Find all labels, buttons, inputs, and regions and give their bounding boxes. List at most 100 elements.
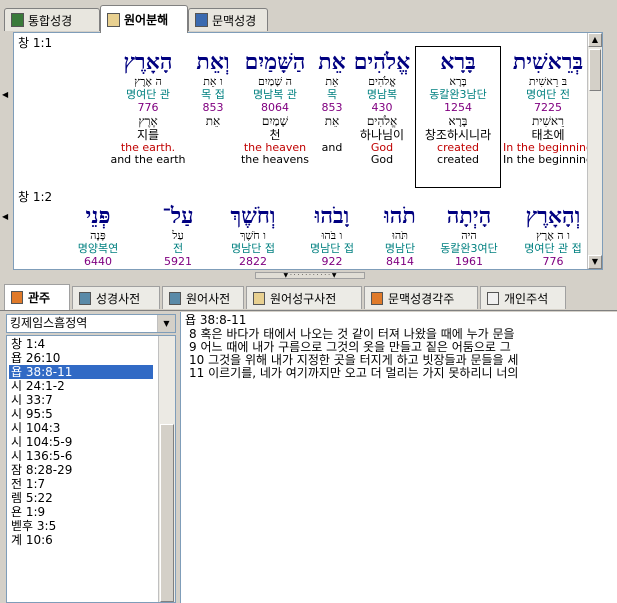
root-text: ו חֹשֶׁךְ (239, 229, 266, 242)
grammar-text: 명여단 전 (526, 88, 570, 101)
scroll-thumb[interactable] (589, 49, 601, 91)
hebrew-text: עַל־ (162, 203, 194, 229)
tab-word-analysis[interactable]: 원어분해 (100, 5, 188, 33)
list-item[interactable]: 욥 26:10 (9, 351, 153, 365)
hebrew-text: וְהָאָרֶץ (525, 203, 581, 229)
scroll-down-arrow-icon[interactable]: ▼ (588, 255, 602, 269)
upper-vertical-scrollbar[interactable]: ▲ ▼ (587, 33, 602, 269)
strong-number: 776 (137, 101, 159, 114)
hebrew-word[interactable]: אֱלֹהִים אֱלֹהִים 명남복 430 אֱלֹהִים 하나님이 … (350, 49, 414, 166)
hebrew-word[interactable]: אֵת אֵת 목 853 אֵת and (315, 49, 349, 154)
list-item[interactable]: 벧후 3:5 (9, 519, 153, 533)
hebrew-text: תֹהוּ (384, 203, 416, 229)
list-item-selected[interactable]: 욥 38:8-11 (9, 365, 153, 379)
root-text: היה (461, 229, 477, 242)
hebrew-word[interactable]: תֹהוּ תֹּהוּ 명남단 8414 (372, 203, 428, 268)
hebrew-text: הָיְתָה (446, 203, 492, 229)
strong-number: 1961 (455, 255, 483, 268)
hebrew-word[interactable]: בְּרֵאשִׁית בּ רֵאשִׁית 명여단 전 7225 רֵאשִ… (500, 49, 596, 166)
tab-context-bible[interactable]: 문맥성경 (188, 8, 268, 31)
passage-line: 10 그것을 위해 내가 지정한 곳을 터지게 하고 빗장들과 문들을 세 (189, 353, 519, 367)
verse-reference: 창 1:2 (18, 190, 53, 204)
chevron-down-icon[interactable]: ▼ (157, 315, 175, 332)
hebrew-text: וְחֹשֶׁךְ (230, 203, 276, 229)
hebrew-word[interactable]: הָיְתָה היה 동칼완3여단 1961 (430, 203, 508, 268)
scroll-thumb[interactable] (160, 424, 174, 602)
lemma-text: אֶרֶץ (138, 114, 158, 128)
root-text: ו אֵת (203, 75, 223, 88)
hebrew-word[interactable]: עַל־ עַל 전 5921 (145, 203, 211, 268)
hebrew-word[interactable]: פְּנֵי פָּנֶה 명양복연 6440 (54, 203, 142, 268)
list-item[interactable]: 시 24:1-2 (9, 379, 153, 393)
hebrew-word-selected[interactable]: בָּרָא בָּרָא 동칼완3남단 1254 בָּרָא 창조하시니라 … (415, 46, 501, 188)
tab-label: 성경사전 (96, 291, 141, 306)
list-item[interactable]: 전 1:7 (9, 477, 153, 491)
passage-reference: 욥 38:8-11 (185, 313, 247, 327)
hebrew-text: וָבֹהוּ (314, 203, 350, 229)
strong-number: 853 (321, 101, 343, 114)
grammar-text: 목 접 (201, 88, 225, 101)
tab-personal-notes[interactable]: 개인주석 (480, 286, 566, 309)
strong-number: 853 (202, 101, 224, 114)
english-gloss-alt: In the beginning (502, 153, 593, 166)
version-select[interactable]: 킹제임스흠정역 ▼ (6, 314, 176, 333)
list-item[interactable]: 창 1:4 (9, 337, 153, 351)
root-text: פָּנֶה (90, 229, 106, 242)
open-book-icon (11, 291, 23, 304)
list-item[interactable]: 시 104:3 (9, 421, 153, 435)
root-text: ה אֶרֶץ (134, 75, 162, 88)
list-item[interactable]: 시 136:5-6 (9, 449, 153, 463)
korean-gloss: 하나님이 (359, 128, 405, 142)
list-item[interactable]: 시 104:5-9 (9, 435, 153, 449)
left-collapse-handle[interactable]: ◀ ◀ (0, 32, 12, 270)
cross-reference-list: 창 1:4 욥 26:10 욥 38:8-11 시 24:1-2 시 33:7 … (6, 335, 176, 603)
root-text: ו בֹּהוּ (321, 229, 343, 242)
splitter-grip-icon[interactable]: ▼ · · · · · · · · · · · ▼ (255, 272, 365, 279)
hebrew-word[interactable]: הָאָרֶץ ה אֶרֶץ 명여단 관 776 אֶרֶץ 지를 the e… (108, 49, 188, 166)
korean-gloss: 지를 (136, 128, 160, 142)
dictionary-icon (169, 291, 181, 305)
tab-label: 통합성경 (28, 13, 73, 28)
hebrew-word[interactable]: וְהָאָרֶץ ו ה אֶרֶץ 명여단 관 접 776 (510, 203, 596, 268)
grammar-text: 목 (326, 88, 338, 101)
hebrew-word[interactable]: וָבֹהוּ ו בֹּהוּ 명남단 접 922 (294, 203, 370, 268)
tab-context-footnotes[interactable]: 문맥성경각주 (364, 286, 478, 309)
hebrew-text: הָאָרֶץ (123, 49, 173, 75)
passage-line: 11 이르기를, 네가 여기까지만 오고 더 멀리는 가지 못하리니 너의 (189, 366, 519, 380)
scroll-up-arrow-icon[interactable]: ▲ (588, 33, 602, 47)
pen-icon (487, 291, 499, 305)
hebrew-word[interactable]: הַשָּׁמַיִם ה שָׁמַיִם 명남복 관 8064 שָׁמַי… (237, 49, 313, 166)
pane-splitter[interactable]: ▼ · · · · · · · · · · · ▼ (0, 271, 617, 281)
triangle-left-icon: ◀ (2, 212, 9, 221)
list-item[interactable]: 욘 1:9 (9, 505, 153, 519)
tab-original-dictionary[interactable]: 원어사전 (162, 286, 244, 309)
grammar-text: 동칼완3남단 (429, 88, 487, 101)
list-item[interactable]: 시 95:5 (9, 407, 153, 421)
list-item[interactable]: 시 33:7 (9, 393, 153, 407)
strong-number: 7225 (534, 101, 562, 114)
english-gloss-alt: created (437, 153, 479, 166)
scroll-icon (253, 291, 265, 305)
list-item[interactable]: 잠 8:28-29 (9, 463, 153, 477)
hebrew-text: אֵת (318, 49, 346, 75)
strong-number: 1254 (444, 101, 472, 114)
tab-original-concordance[interactable]: 원어성구사전 (246, 286, 362, 309)
tab-cross-reference[interactable]: 관주 (4, 284, 70, 310)
hebrew-text: בָּרָא (440, 49, 476, 75)
list-item[interactable]: 렘 5:22 (9, 491, 153, 505)
hebrew-word[interactable]: וְחֹשֶׁךְ ו חֹשֶׁךְ 명남단 접 2822 (213, 203, 293, 268)
tab-integrated-bible[interactable]: 통합성경 (4, 8, 100, 31)
root-text: ו ה אֶרֶץ (536, 229, 570, 242)
strong-number: 5921 (164, 255, 192, 268)
hebrew-text: בְּרֵאשִׁית (512, 49, 584, 75)
hebrew-text: הַשָּׁמַיִם (244, 49, 306, 75)
root-text: תֹּהוּ (392, 229, 408, 242)
list-vertical-scrollbar[interactable] (158, 336, 175, 602)
english-gloss: and (321, 141, 343, 154)
root-text: ה שָׁמַיִם (258, 75, 292, 88)
korean-gloss: 창조하시니라 (424, 128, 492, 142)
tab-bible-dictionary[interactable]: 성경사전 (72, 286, 160, 309)
list-item[interactable]: 계 10:6 (9, 533, 153, 547)
hebrew-word[interactable]: וְאֵת ו אֵת 목 접 853 אֵת (190, 49, 236, 128)
lemma-text: שָׁמַיִם (261, 114, 289, 128)
